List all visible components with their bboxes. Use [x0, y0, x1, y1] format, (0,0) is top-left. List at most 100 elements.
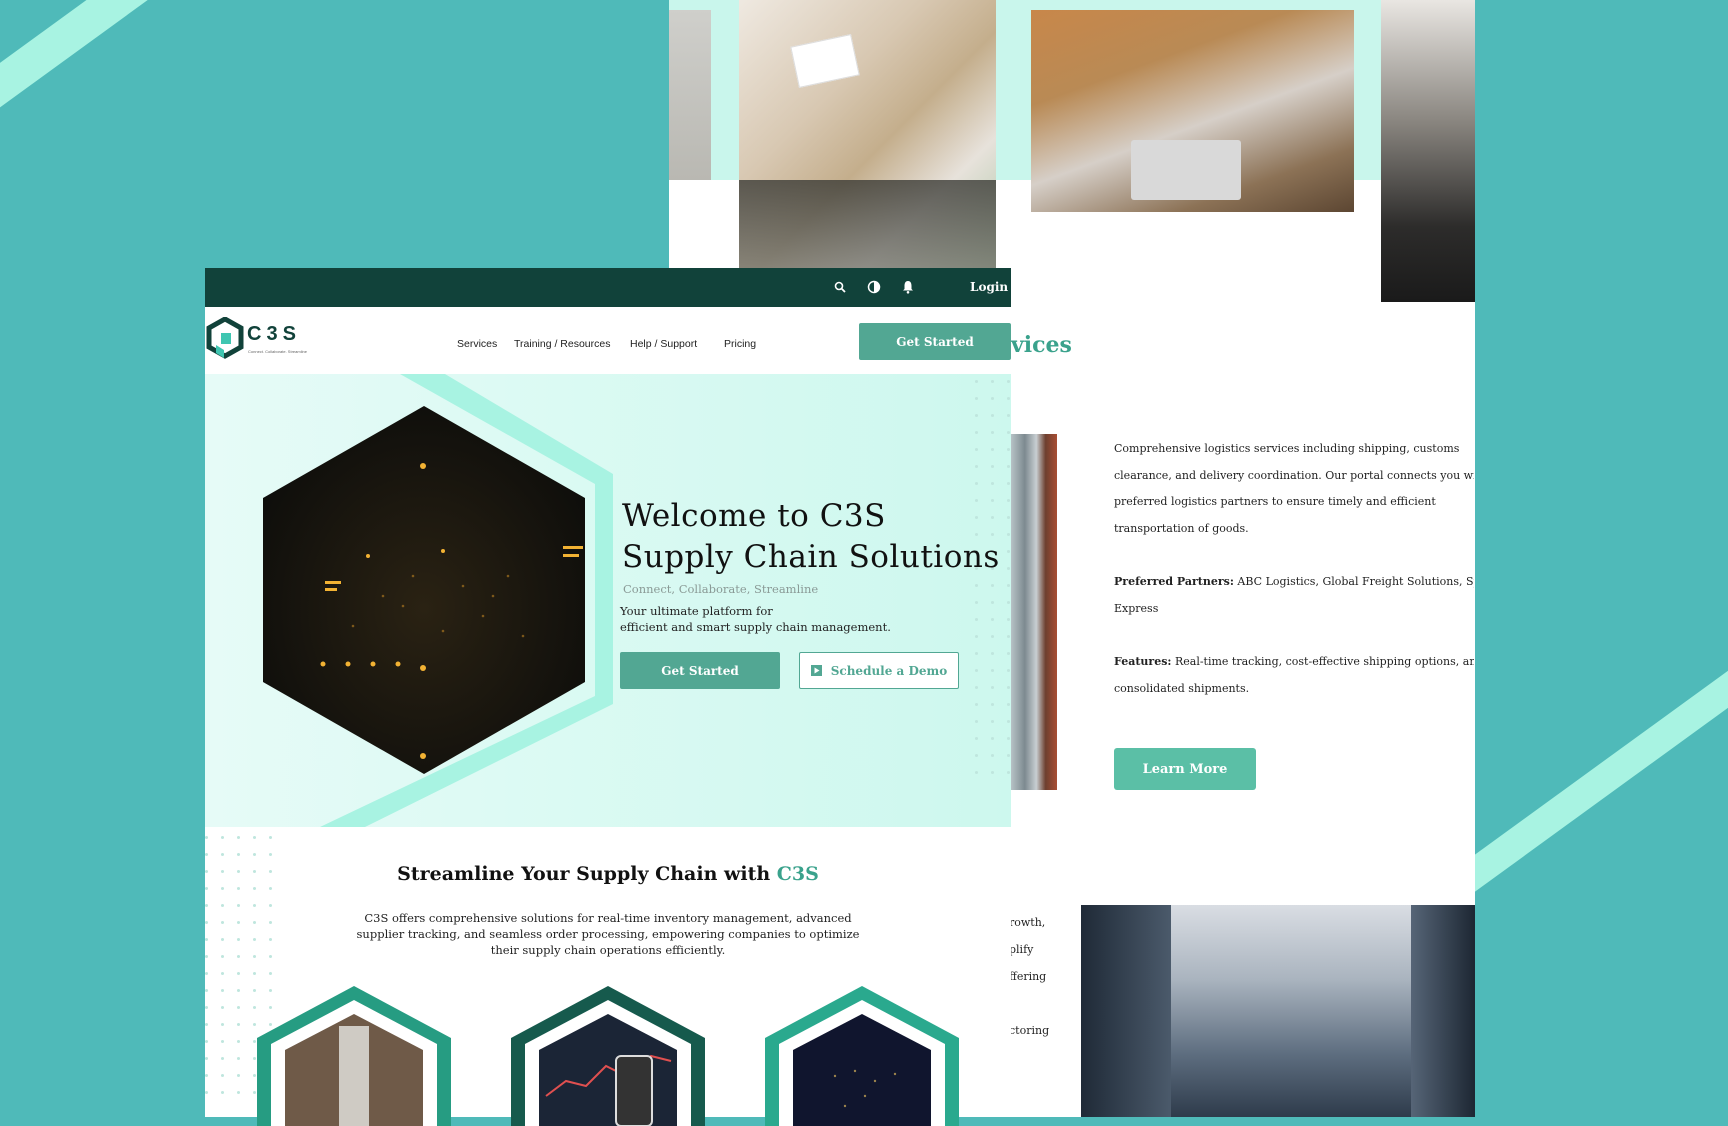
decor-dot — [253, 1023, 256, 1026]
decor-dot — [253, 1091, 256, 1094]
photo-team-presentation — [739, 0, 996, 268]
decor-dot — [975, 380, 978, 383]
nav-link-pricing[interactable]: Pricing — [724, 338, 756, 350]
decor-dot — [205, 1074, 208, 1077]
decor-dot — [1007, 601, 1010, 604]
text-fragments: rowth, plify ffering ctoring — [1009, 909, 1049, 1044]
services-heading-fragment: vices — [1011, 332, 1072, 358]
streamline-heading-prefix: Streamline Your Supply Chain with — [397, 863, 777, 885]
decor-dot — [221, 989, 224, 992]
decor-dot — [1007, 771, 1010, 774]
schedule-demo-button[interactable]: Schedule a Demo — [799, 652, 959, 689]
decor-dot — [237, 836, 240, 839]
decor-dot — [991, 431, 994, 434]
service-desc-line: Comprehensive logistics services includi… — [1114, 442, 1460, 455]
decor-dot — [991, 482, 994, 485]
nav-get-started-button[interactable]: Get Started — [859, 323, 1011, 360]
decor-dot — [975, 652, 978, 655]
decor-dot — [269, 904, 272, 907]
decor-dot — [991, 703, 994, 706]
decor-dot — [1007, 567, 1010, 570]
decor-dot — [237, 887, 240, 890]
theme-toggle-icon[interactable] — [867, 280, 881, 294]
decor-dot — [205, 1040, 208, 1043]
text-fragment: ctoring — [1009, 1024, 1050, 1037]
decor-dot — [991, 737, 994, 740]
decor-dot — [253, 836, 256, 839]
decor-dot — [253, 853, 256, 856]
decor-dot — [205, 1023, 208, 1026]
nav-link-help[interactable]: Help / Support — [630, 338, 697, 350]
streamline-body: C3S offers comprehensive solutions for r… — [205, 910, 1011, 958]
partners-line: Preferred Partners: ABC Logistics, Globa… — [1114, 569, 1474, 596]
decor-dot — [221, 904, 224, 907]
decor-dot — [991, 618, 994, 621]
decor-dot — [205, 972, 208, 975]
home-page-preview: Login C3S Connect. Collaborate. Streamli… — [205, 268, 1011, 1126]
logo-text: C3S — [247, 323, 301, 345]
decor-dot — [975, 686, 978, 689]
decor-dot — [237, 1023, 240, 1026]
nav-link-training[interactable]: Training / Resources — [514, 338, 610, 350]
decor-dot — [1007, 652, 1010, 655]
decor-dot — [221, 1074, 224, 1077]
decor-dot — [237, 1057, 240, 1060]
decor-dot — [991, 584, 994, 587]
decor-dot — [221, 972, 224, 975]
decor-dot — [253, 989, 256, 992]
decor-dot — [975, 465, 978, 468]
decor-dot — [221, 1040, 224, 1043]
decor-dot — [253, 1057, 256, 1060]
search-icon[interactable] — [834, 281, 846, 293]
decor-dot — [975, 754, 978, 757]
hero-title: Welcome to C3S Supply Chain Solutions — [622, 496, 1000, 578]
decor-dot — [253, 887, 256, 890]
c3s-logo-icon[interactable] — [206, 317, 244, 359]
service-desc-line: transportation of goods. — [1114, 521, 1249, 535]
hero-dot-grid — [975, 374, 1011, 827]
decor-dot — [991, 380, 994, 383]
decor-dot — [253, 904, 256, 907]
login-link[interactable]: Login — [970, 280, 1008, 294]
decor-dot — [991, 652, 994, 655]
decor-dot — [1007, 414, 1010, 417]
decor-dot — [205, 904, 208, 907]
decor-dot — [237, 904, 240, 907]
decor-dot — [205, 853, 208, 856]
hero-get-started-button[interactable]: Get Started — [620, 652, 780, 689]
decor-dot — [221, 853, 224, 856]
decor-dot — [221, 1057, 224, 1060]
decor-dot — [975, 618, 978, 621]
decor-dot — [1007, 533, 1010, 536]
play-icon — [810, 665, 822, 676]
feature-hex-globe — [765, 986, 959, 1126]
decor-dot — [1007, 703, 1010, 706]
hero-title-line2: Supply Chain Solutions — [622, 539, 1000, 575]
photo-skyscraper — [1081, 905, 1475, 1117]
streamline-body-line3: their supply chain operations efficientl… — [490, 943, 726, 957]
decor-dot — [269, 836, 272, 839]
decor-dot — [253, 972, 256, 975]
photo-warehouse-shelves — [1011, 434, 1057, 790]
service-desc-line: clearance, and delivery coordination. Ou… — [1114, 468, 1474, 482]
decor-dot — [221, 1091, 224, 1094]
decor-dot — [975, 635, 978, 638]
decor-dot — [221, 836, 224, 839]
hero-description: Your ultimate platform for efficient and… — [620, 603, 891, 635]
text-fragment: ffering — [1009, 970, 1047, 983]
decor-dot — [1007, 431, 1010, 434]
bell-icon[interactable] — [902, 280, 914, 294]
decor-dot — [269, 853, 272, 856]
decor-dot — [1007, 397, 1010, 400]
decor-dot — [269, 887, 272, 890]
decor-dot — [269, 972, 272, 975]
learn-more-button[interactable]: Learn More — [1114, 748, 1256, 790]
hero-desc-line2: efficient and smart supply chain managem… — [620, 620, 891, 634]
schedule-demo-label: Schedule a Demo — [830, 663, 948, 678]
decor-dot — [991, 669, 994, 672]
feature-hex-trading — [511, 986, 705, 1126]
decor-dot — [991, 771, 994, 774]
nav-link-services[interactable]: Services — [457, 338, 497, 350]
decor-dot — [991, 448, 994, 451]
decor-dot — [221, 1023, 224, 1026]
